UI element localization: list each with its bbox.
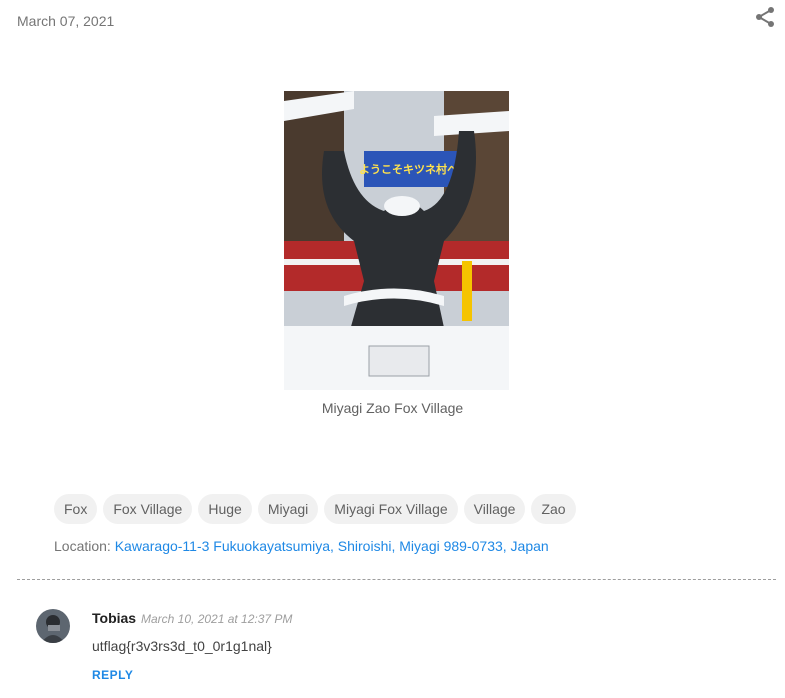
location-link[interactable]: Kawarago-11-3 Fukuokayatsumiya, Shiroish… bbox=[115, 538, 549, 554]
comments-divider bbox=[17, 579, 776, 580]
label-zao[interactable]: Zao bbox=[531, 494, 576, 524]
sign-text: ようこそキツネ村へ! bbox=[359, 162, 463, 176]
label-fox-village[interactable]: Fox Village bbox=[103, 494, 193, 524]
share-icon bbox=[756, 7, 774, 27]
label-miyagi[interactable]: Miyagi bbox=[257, 494, 319, 524]
post-labels: Fox Fox Village Huge Miyagi Miyagi Fox V… bbox=[54, 494, 576, 524]
post-location: Location: Kawarago-11-3 Fukuokayatsumiya… bbox=[54, 538, 549, 554]
gorilla-statue-photo: ようこそキツネ村へ! bbox=[284, 91, 509, 390]
share-button[interactable] bbox=[753, 5, 777, 29]
comment-author[interactable]: Tobias bbox=[92, 610, 136, 626]
comment-text: utflag{r3v3rs3d_t0_0r1g1nal} bbox=[92, 638, 272, 654]
label-village[interactable]: Village bbox=[463, 494, 526, 524]
label-miyagi-fox-village[interactable]: Miyagi Fox Village bbox=[324, 494, 458, 524]
post-image[interactable]: ようこそキツネ村へ! bbox=[284, 91, 509, 390]
comment-timestamp[interactable]: March 10, 2021 at 12:37 PM bbox=[141, 612, 292, 626]
user-avatar-image bbox=[36, 609, 70, 643]
label-huge[interactable]: Huge bbox=[198, 494, 252, 524]
label-fox[interactable]: Fox bbox=[54, 494, 98, 524]
location-label: Location: bbox=[54, 538, 111, 554]
avatar[interactable] bbox=[36, 609, 70, 643]
reply-button[interactable]: REPLY bbox=[92, 668, 133, 682]
post-date: March 07, 2021 bbox=[17, 13, 115, 29]
image-caption: Miyagi Zao Fox Village bbox=[321, 400, 464, 416]
